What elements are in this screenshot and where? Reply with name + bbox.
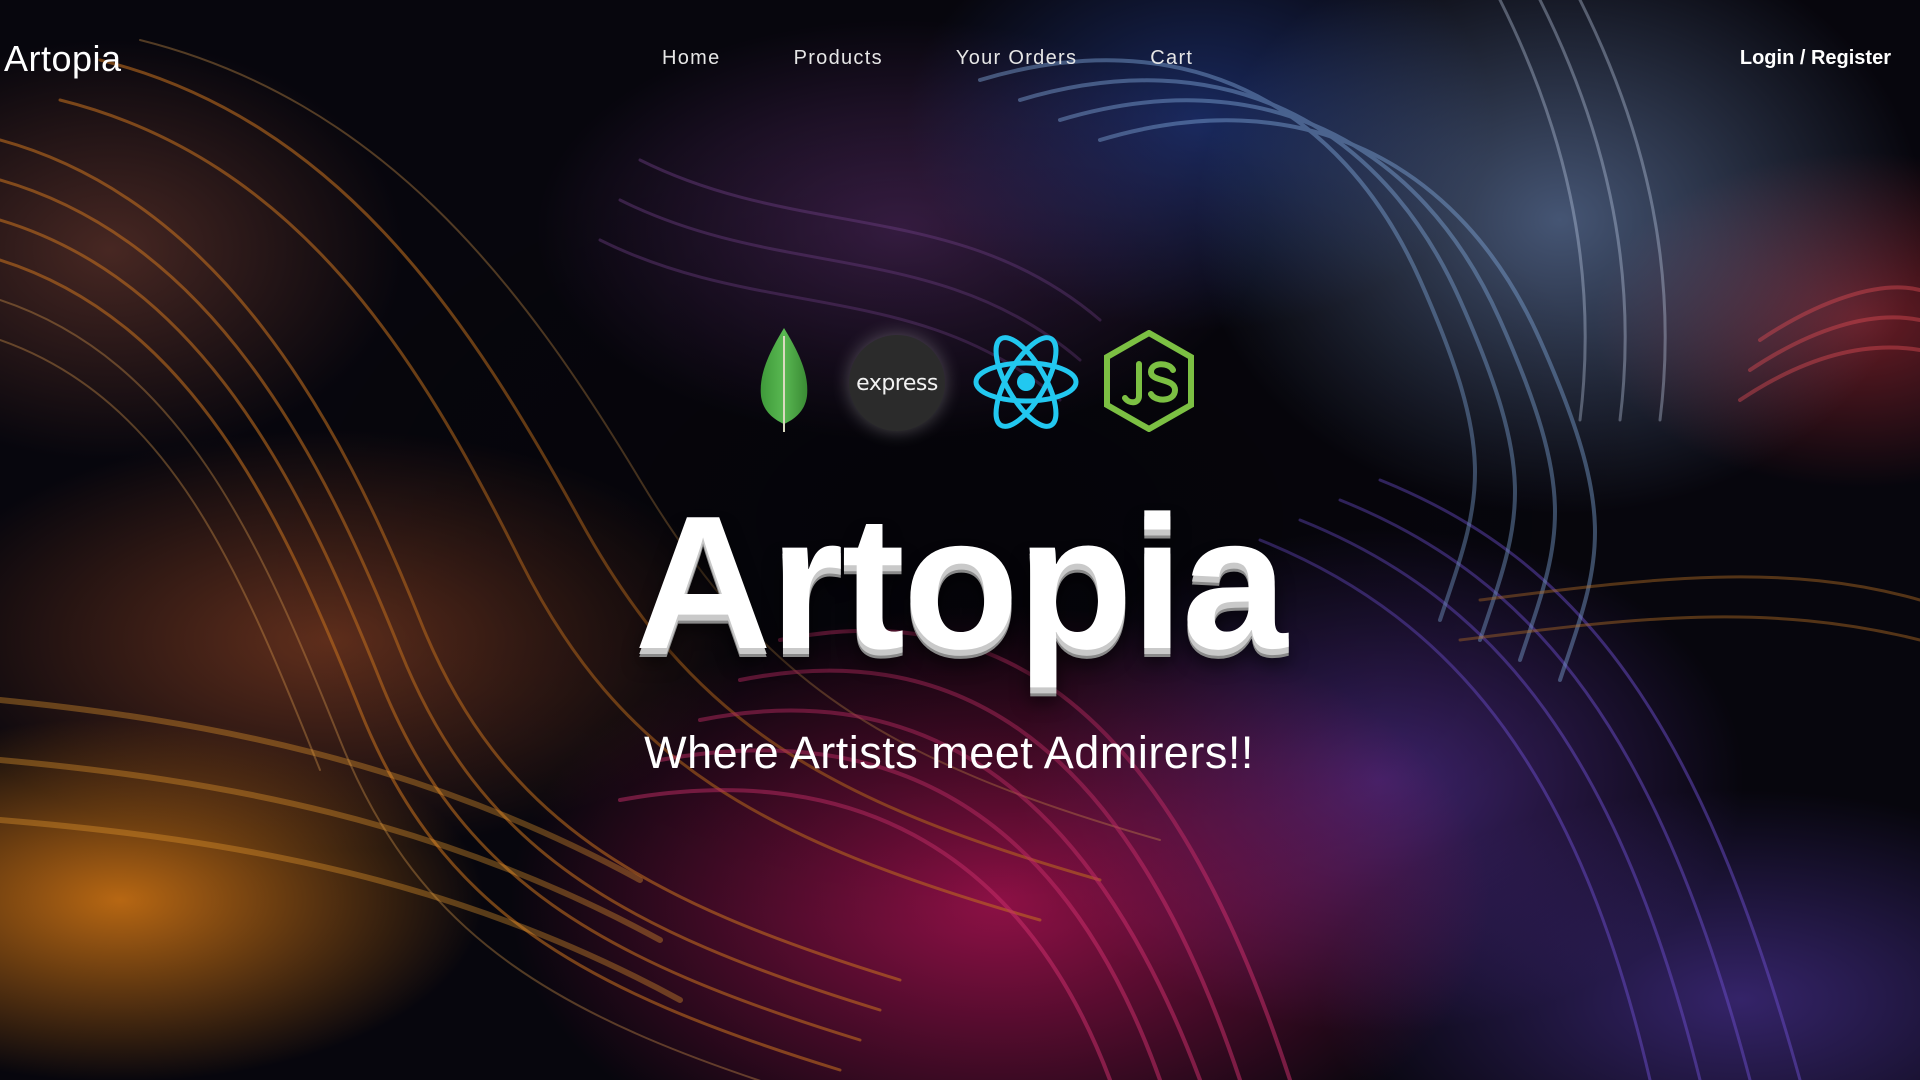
brand-logo-text[interactable]: Artopia [4,38,122,80]
login-register-link[interactable]: Login / Register [1740,47,1891,70]
nav-links: Home Products Your Orders Cart [662,47,1266,70]
mongodb-icon [760,328,808,432]
hero-tagline: Where Artists meet Admirers!! [644,727,1254,778]
landing-page: Artopia Home Products Your Orders Cart L… [0,0,1920,1080]
nav-link-cart[interactable]: Cart [1150,47,1193,70]
nodejs-icon [1104,330,1194,432]
hero-title: Artopia [634,477,1288,689]
nav-link-products[interactable]: Products [794,47,883,70]
react-icon [973,335,1079,429]
nav-link-your-orders[interactable]: Your Orders [956,47,1077,70]
tech-stack-logos: express [755,324,1205,434]
nav-link-home[interactable]: Home [662,47,721,70]
navbar: Artopia Home Products Your Orders Cart L… [0,0,1920,120]
express-icon: express [849,335,945,431]
